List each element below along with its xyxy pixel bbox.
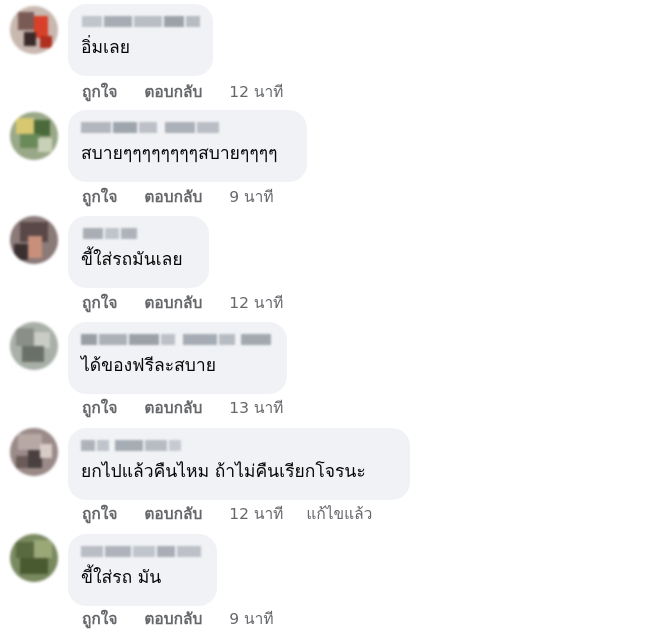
comment-text: อิ่มเลย [81,38,131,58]
author-name-redacted[interactable] [81,330,275,348]
comment-bubble: ยกไปแล้วคืนไหม ถ้าไม่คืนเรียกโจรนะ [68,428,410,500]
author-name-redacted[interactable] [81,436,398,454]
avatar[interactable] [10,216,58,264]
like-button[interactable]: ถูกใจ [82,505,117,523]
reply-button[interactable]: ตอบกลับ [144,83,202,101]
reply-button[interactable]: ตอบกลับ [144,399,202,417]
timestamp[interactable]: 12 นาที [229,505,283,523]
comment-text: ขี้ใส่รถมันเลย [81,250,183,270]
comment-text: สบายๆๆๆๆๆๆๆๆสบายๆๆๆๆ [81,144,278,164]
comment-text: ขี้ใส่รถ มัน [81,568,162,588]
avatar[interactable] [10,112,58,160]
comment-actions: ถูกใจ ตอบกลับ 9 นาที [82,609,292,629]
avatar[interactable] [10,534,58,582]
comment-bubble: สบายๆๆๆๆๆๆๆๆสบายๆๆๆๆ [68,110,307,182]
reply-button[interactable]: ตอบกลับ [144,294,202,312]
author-name-redacted[interactable] [81,224,197,242]
author-name-redacted[interactable] [81,12,201,30]
comment-bubble: ได้ของฟรีละสบาย [68,322,287,394]
reply-button[interactable]: ตอบกลับ [144,188,202,206]
comment-text: ยกไปแล้วคืนไหม ถ้าไม่คืนเรียกโจรนะ [81,462,366,482]
reply-button[interactable]: ตอบกลับ [144,505,202,523]
comment-actions: ถูกใจ ตอบกลับ 9 นาที [82,187,292,207]
avatar[interactable] [10,6,58,54]
like-button[interactable]: ถูกใจ [82,399,117,417]
like-button[interactable]: ถูกใจ [82,294,117,312]
comment-actions: ถูกใจ ตอบกลับ 12 นาที แก้ไขแล้ว [82,504,372,524]
timestamp[interactable]: 13 นาที [229,399,283,417]
comment-bubble: ขี้ใส่รถ มัน [68,534,217,606]
comment-text: ได้ของฟรีละสบาย [81,356,216,376]
avatar[interactable] [10,322,58,370]
comment-bubble: ขี้ใส่รถมันเลย [68,216,209,288]
avatar[interactable] [10,428,58,476]
author-name-redacted[interactable] [81,118,295,136]
timestamp[interactable]: 9 นาที [229,188,273,206]
reply-button[interactable]: ตอบกลับ [144,610,202,628]
like-button[interactable]: ถูกใจ [82,83,117,101]
timestamp[interactable]: 12 นาที [229,83,283,101]
comment-actions: ถูกใจ ตอบกลับ 12 นาที [82,82,301,102]
comment-bubble: อิ่มเลย [68,4,213,76]
like-button[interactable]: ถูกใจ [82,188,117,206]
like-button[interactable]: ถูกใจ [82,610,117,628]
timestamp[interactable]: 12 นาที [229,294,283,312]
comment-actions: ถูกใจ ตอบกลับ 13 นาที [82,398,301,418]
comment-actions: ถูกใจ ตอบกลับ 12 นาที [82,293,301,313]
author-name-redacted[interactable] [81,542,205,560]
edited-label[interactable]: แก้ไขแล้ว [306,505,372,523]
timestamp[interactable]: 9 นาที [229,610,273,628]
